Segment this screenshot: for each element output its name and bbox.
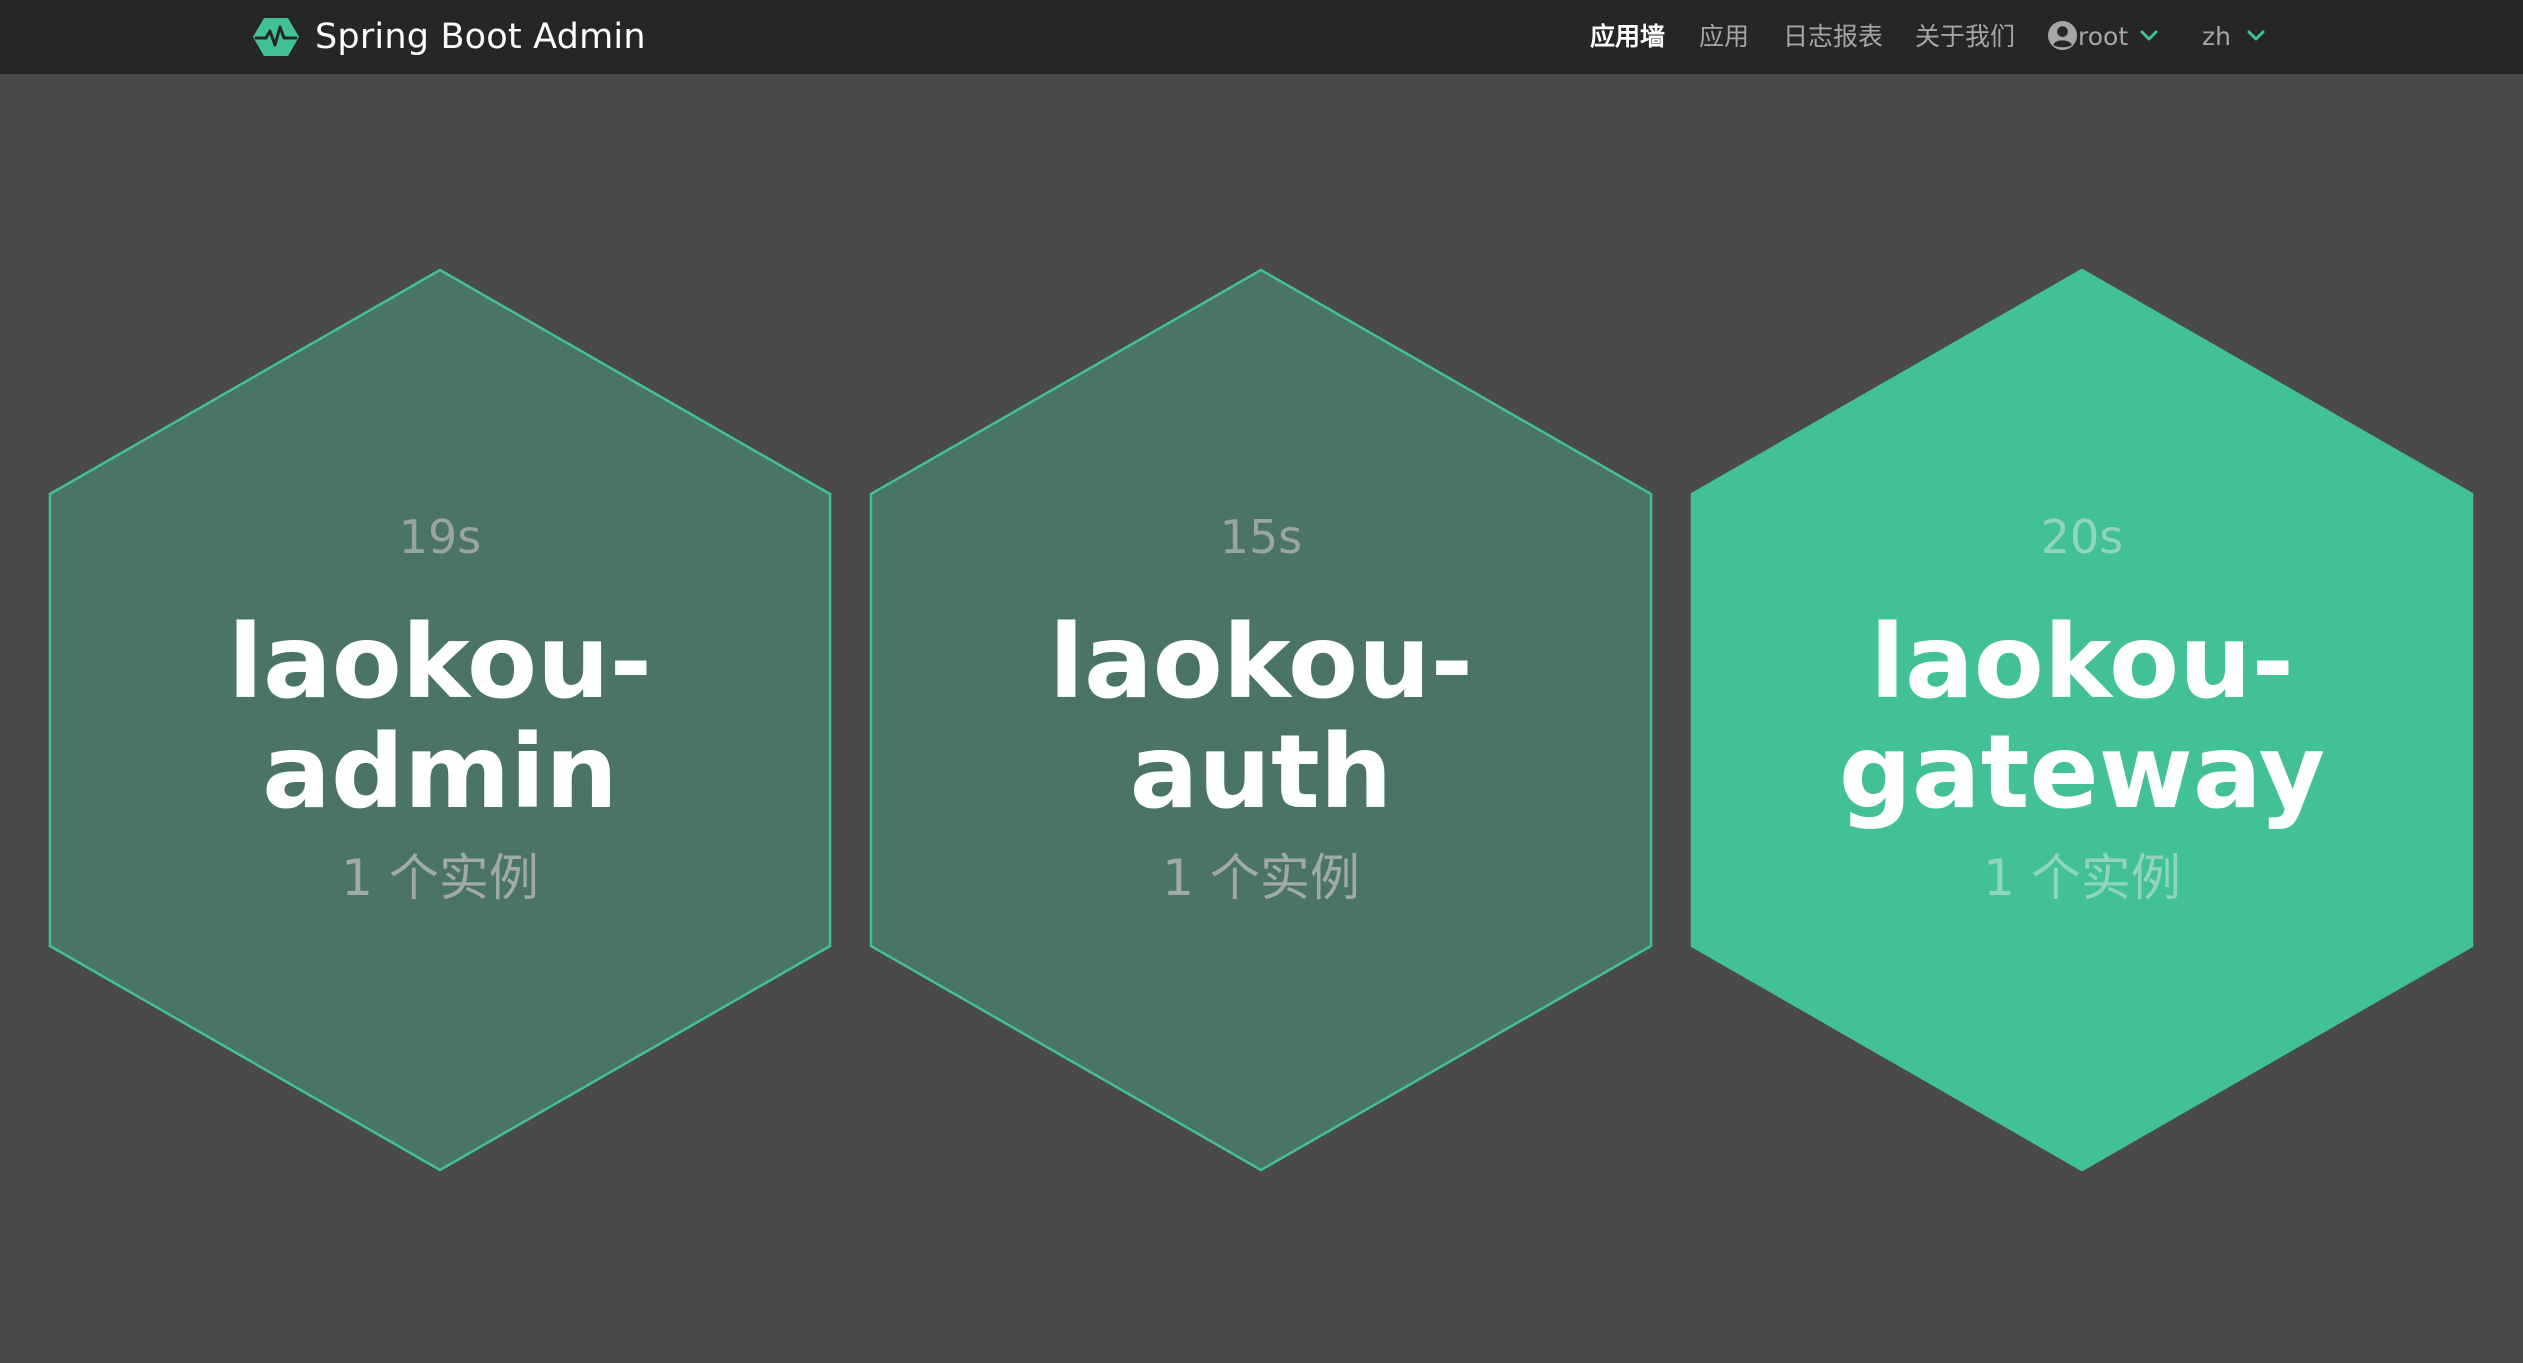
instance-count: 1 个实例: [1983, 849, 2181, 907]
nav-item-about-us[interactable]: 关于我们: [1915, 0, 2015, 74]
application-hexagon[interactable]: 19s laokou-admin 1 个实例: [48, 268, 832, 1172]
instance-count: 1 个实例: [1162, 849, 1360, 907]
application-name: laokou-auth: [1049, 603, 1473, 832]
application-hexagon[interactable]: 20s laokou-gateway 1 个实例: [1690, 268, 2474, 1172]
nav-menu: 应用墙 应用 日志报表 关于我们 root zh: [0, 0, 2523, 74]
user-menu-dropdown[interactable]: root: [2047, 0, 2160, 74]
application-hexagon[interactable]: 15s laokou-auth 1 个实例: [869, 268, 1653, 1172]
language-label: zh: [2202, 22, 2231, 51]
application-name: laokou-admin: [228, 603, 652, 832]
instance-count: 1 个实例: [341, 849, 539, 907]
application-wallboard: 19s laokou-admin 1 个实例 15s laokou-auth 1…: [0, 74, 2523, 1363]
nav-item-wallboard[interactable]: 应用墙: [1590, 0, 1665, 74]
user-name: root: [2078, 22, 2129, 51]
chevron-down-icon: [2140, 30, 2158, 41]
last-update-time: 19s: [398, 510, 482, 564]
top-navbar: Spring Boot Admin 应用墙 应用 日志报表 关于我们 root …: [0, 0, 2523, 74]
nav-item-log-reports[interactable]: 日志报表: [1783, 0, 1883, 74]
last-update-time: 20s: [2040, 510, 2124, 564]
user-circle-icon: [2047, 20, 2078, 50]
nav-item-applications[interactable]: 应用: [1699, 0, 1749, 74]
chevron-down-icon: [2247, 30, 2265, 41]
language-dropdown[interactable]: zh: [2202, 0, 2267, 74]
last-update-time: 15s: [1219, 510, 1303, 564]
application-name: laokou-gateway: [1838, 603, 2326, 832]
